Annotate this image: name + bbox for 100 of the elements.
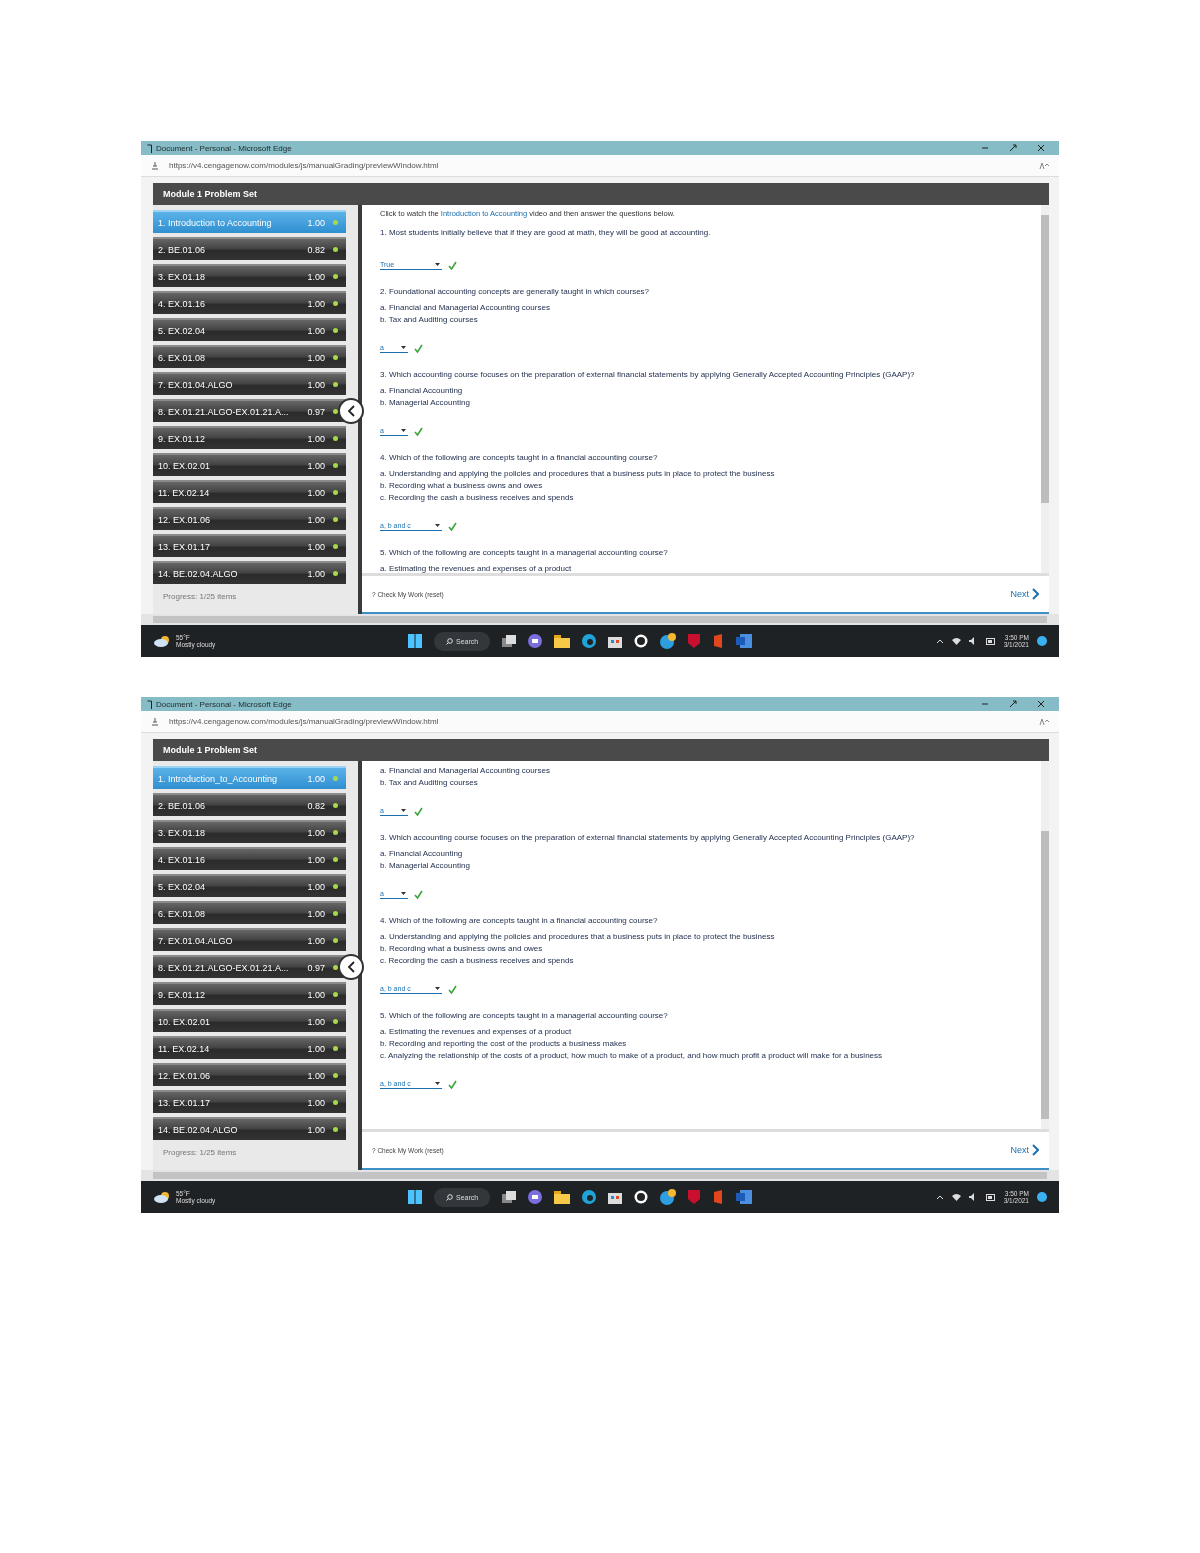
problem-item[interactable]: 4. EX.01.16 1.00: [153, 847, 346, 870]
chat-icon[interactable]: [528, 1190, 543, 1204]
next-button[interactable]: Next: [1010, 1144, 1039, 1156]
problem-item[interactable]: 6. EX.01.08 1.00: [153, 901, 346, 924]
cloud-icon: [153, 1191, 171, 1203]
read-aloud-icon[interactable]: [1039, 161, 1049, 170]
problem-item[interactable]: 11. EX.02.14 1.00: [153, 480, 346, 503]
search-icon: [446, 637, 453, 645]
problem-item[interactable]: 5. EX.02.04 1.00: [153, 318, 346, 341]
status-dot: [333, 911, 338, 916]
problem-item[interactable]: 13. EX.01.17 1.00: [153, 1090, 346, 1113]
task-view-icon[interactable]: [502, 1191, 517, 1203]
shield-icon[interactable]: [688, 634, 701, 648]
problem-item[interactable]: 9. EX.01.12 1.00: [153, 982, 346, 1005]
read-aloud-icon[interactable]: [1039, 717, 1049, 726]
close-icon[interactable]: [1037, 144, 1045, 152]
problem-item[interactable]: 9. EX.01.12 1.00: [153, 426, 346, 449]
problem-item[interactable]: 13. EX.01.17 1.00: [153, 534, 346, 557]
status-dot: [333, 409, 338, 414]
problem-item[interactable]: 10. EX.02.01 1.00: [153, 453, 346, 476]
store-icon[interactable]: [608, 1190, 623, 1204]
task-view-icon[interactable]: [502, 635, 517, 647]
problem-item[interactable]: 12. EX.01.06 1.00: [153, 1063, 346, 1086]
windows-icon[interactable]: [408, 634, 422, 648]
office-icon[interactable]: [712, 634, 725, 648]
question-text: 4. Which of the following are concepts taught in a financial accounting course?: [380, 916, 659, 925]
notification-icon[interactable]: [1037, 1192, 1047, 1202]
browser-icon[interactable]: [582, 634, 597, 648]
circle-app-icon[interactable]: [634, 1190, 649, 1204]
problem-item[interactable]: 8. EX.01.21.ALGO-EX.01.21.A... 0.97: [153, 955, 346, 978]
problem-item[interactable]: 12. EX.01.06 1.00: [153, 507, 346, 530]
status-dot: [333, 544, 338, 549]
problem-item[interactable]: 14. BE.02.04.ALGO 1.00: [153, 561, 346, 584]
office-icon[interactable]: [712, 1190, 725, 1204]
notification-icon[interactable]: [1037, 636, 1047, 646]
chevron-right-icon: [1032, 588, 1039, 600]
chat-icon[interactable]: [528, 634, 543, 648]
answer-option: b. Managerial Accounting: [380, 397, 1023, 409]
vertical-scrollbar[interactable]: [1041, 761, 1049, 1129]
problem-item[interactable]: 6. EX.01.08 1.00: [153, 345, 346, 368]
help-icon[interactable]: [660, 633, 677, 649]
chevron-left-icon: [346, 405, 356, 417]
problem-item[interactable]: 2. BE.01.06 0.82: [153, 793, 346, 816]
document-app-icon[interactable]: [736, 634, 753, 648]
horizontal-scrollbar[interactable]: [141, 614, 1059, 625]
answer-option: b. Managerial Accounting: [380, 860, 1023, 872]
caret-icon: [435, 1082, 440, 1085]
tab-icon: [147, 143, 152, 153]
chevron-up-icon[interactable]: [935, 638, 944, 644]
address-bar[interactable]: https://v4.cengagenow.com/modules/js/manualGrading/previewWindow.html: [141, 711, 1059, 733]
problem-item[interactable]: 7. EX.01.04.ALGO 1.00: [153, 928, 346, 951]
status-dot: [333, 1073, 338, 1078]
problem-item[interactable]: 10. EX.02.01 1.00: [153, 1009, 346, 1032]
minimize-icon[interactable]: [981, 700, 989, 708]
close-icon[interactable]: [1037, 700, 1045, 708]
answer-option: a. Estimating the revenues and expenses of a product: [380, 563, 1023, 573]
vertical-scrollbar[interactable]: [1041, 205, 1049, 573]
horizontal-scrollbar[interactable]: [141, 1170, 1059, 1181]
document-app-icon[interactable]: [736, 1190, 753, 1204]
restore-icon[interactable]: [1009, 144, 1017, 152]
address-bar[interactable]: https://v4.cengagenow.com/modules/js/manualGrading/previewWindow.html: [141, 155, 1059, 177]
tab-icon: [147, 699, 152, 709]
next-button[interactable]: Next: [1010, 588, 1039, 600]
window-title: Document - Personal - Microsoft Edge: [156, 699, 293, 709]
question-text: 1. Most students initially believe that if they are good at math, they will be good at accounting.: [380, 228, 712, 237]
problem-item[interactable]: 4. EX.01.16 1.00: [153, 291, 346, 314]
question-text: 5. Which of the following are concepts taught in a managerial accounting course?: [380, 548, 669, 557]
problem-item[interactable]: 2. BE.01.06 0.82: [153, 237, 346, 260]
status-dot: [333, 571, 338, 576]
status-dot: [333, 220, 338, 225]
minimize-icon[interactable]: [981, 144, 989, 152]
status-dot: [333, 1127, 338, 1132]
status-dot: [333, 1019, 338, 1024]
problem-item[interactable]: 8. EX.01.21.ALGO-EX.01.21.A... 0.97: [153, 399, 346, 422]
problem-item[interactable]: 3. EX.01.18 1.00: [153, 820, 346, 843]
circle-app-icon[interactable]: [634, 634, 649, 648]
status-dot: [333, 776, 338, 781]
help-icon[interactable]: [660, 1189, 677, 1205]
store-icon[interactable]: [608, 634, 623, 648]
chevron-up-icon[interactable]: [935, 1194, 944, 1200]
problem-item[interactable]: 14. BE.02.04.ALGO 1.00: [153, 1117, 346, 1140]
restore-icon[interactable]: [1009, 700, 1017, 708]
status-dot: [333, 328, 338, 333]
wifi-icon[interactable]: [951, 637, 961, 645]
problem-item[interactable]: 7. EX.01.04.ALGO 1.00: [153, 372, 346, 395]
status-dot: [333, 1100, 338, 1105]
folder-icon[interactable]: [554, 634, 571, 648]
question-text: 2. Foundational accounting concepts are generally taught in which courses?: [380, 287, 651, 296]
browser-icon[interactable]: [582, 1190, 597, 1204]
battery-icon[interactable]: [985, 1193, 996, 1201]
shield-icon[interactable]: [688, 1190, 701, 1204]
wifi-icon[interactable]: [951, 1193, 961, 1201]
folder-icon[interactable]: [554, 1190, 571, 1204]
problem-item[interactable]: 11. EX.02.14 1.00: [153, 1036, 346, 1059]
status-dot: [333, 857, 338, 862]
caret-icon: [401, 892, 406, 895]
windows-icon[interactable]: [408, 1190, 422, 1204]
problem-item[interactable]: 3. EX.01.18 1.00: [153, 264, 346, 287]
battery-icon[interactable]: [985, 637, 996, 645]
problem-item[interactable]: 5. EX.02.04 1.00: [153, 874, 346, 897]
